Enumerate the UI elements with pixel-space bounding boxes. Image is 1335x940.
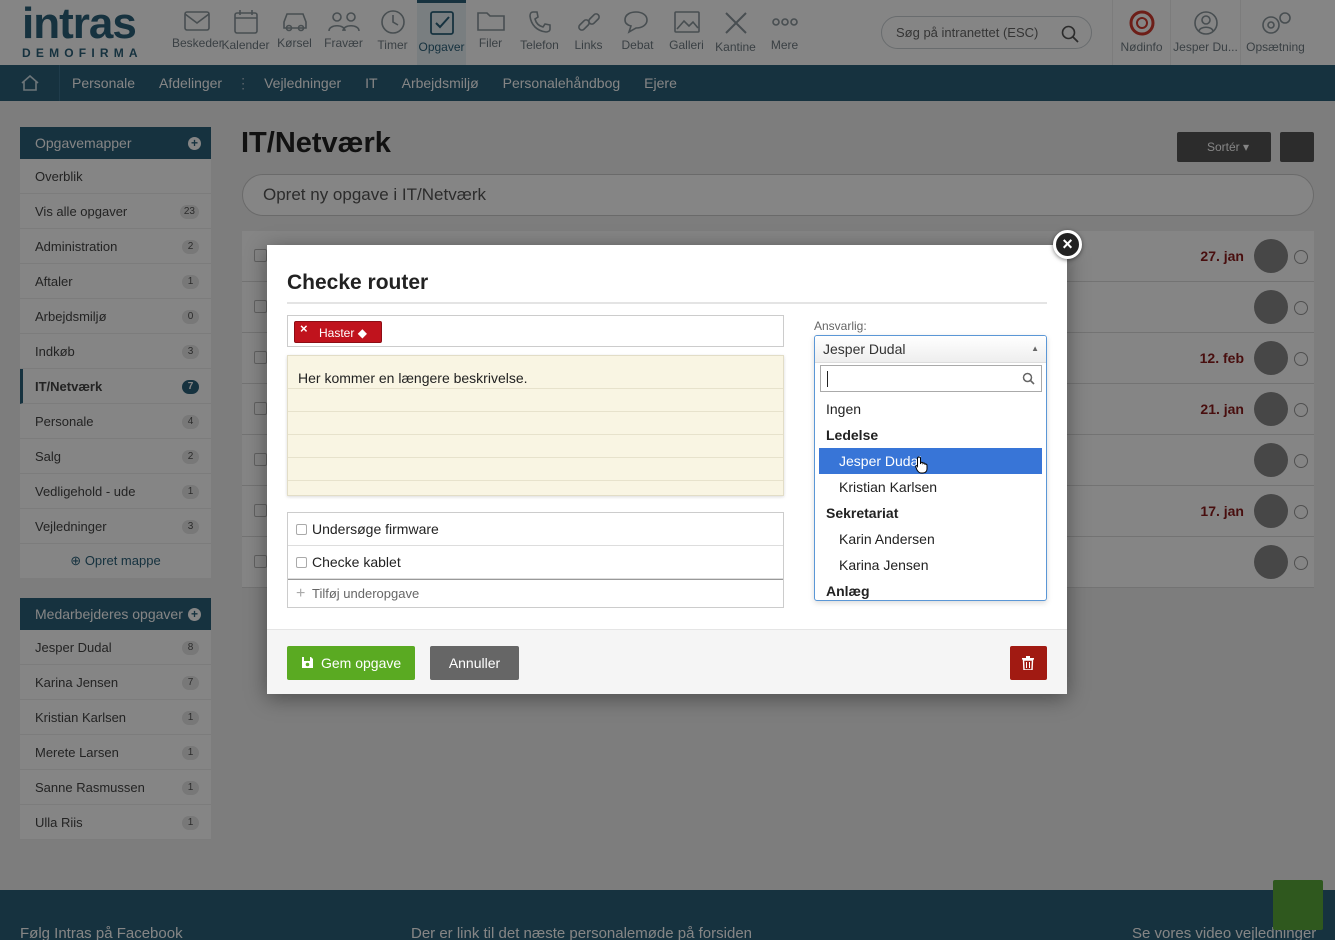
modal-footer: Gem opgave Annuller — [267, 629, 1067, 694]
subtask-item[interactable]: Undersøge firmware — [288, 513, 783, 546]
modal-title[interactable]: Checke router — [287, 271, 428, 295]
subtask-checkbox[interactable] — [296, 557, 307, 568]
select-option[interactable]: Kristian Karlsen — [819, 474, 1042, 500]
select-search-input[interactable] — [820, 365, 1042, 392]
select-current-value[interactable]: Jesper Dudal ▲ — [815, 336, 1046, 363]
add-subtask-button[interactable]: + Tilføj underopgave — [288, 579, 783, 607]
plus-icon: + — [296, 585, 306, 602]
hand-cursor-icon — [915, 456, 928, 474]
trash-icon — [1022, 656, 1034, 670]
select-value: Jesper Dudal — [823, 341, 906, 357]
chevron-up-icon: ▲ — [1031, 344, 1039, 353]
description-field[interactable]: Her kommer en længere beskrivelse. — [287, 355, 784, 496]
remove-tag-icon[interactable]: × — [300, 318, 308, 340]
select-option[interactable]: Karina Jensen — [819, 552, 1042, 578]
save-icon — [302, 657, 313, 668]
divider — [288, 411, 783, 412]
description-text: Her kommer en længere beskrivelse. — [298, 370, 528, 386]
tag-chip[interactable]: × Haster ◆ — [294, 321, 382, 343]
divider — [288, 457, 783, 458]
select-options: Ingen Ledelse Jesper Dudal Kristian Karl… — [819, 396, 1042, 600]
subtask-item[interactable]: Checke kablet — [288, 546, 783, 579]
responsible-label: Ansvarlig: — [814, 319, 867, 333]
delete-button[interactable] — [1010, 646, 1047, 680]
select-option[interactable]: Ingen — [819, 396, 1042, 422]
task-modal: Checke router × Haster ◆ Her kommer en l… — [267, 245, 1067, 694]
add-subtask-label: Tilføj underopgave — [312, 586, 420, 601]
subtask-list: Undersøge firmware Checke kablet + Tilføj… — [287, 512, 784, 608]
select-group-label: Anlæg — [826, 583, 870, 599]
divider — [288, 388, 783, 389]
cancel-button[interactable]: Annuller — [430, 646, 519, 680]
responsible-select[interactable]: Jesper Dudal ▲ Ingen Ledelse Jesper Duda… — [814, 335, 1047, 601]
tag-icon: ◆ — [357, 326, 367, 340]
select-option-selected[interactable]: Jesper Dudal — [819, 448, 1042, 474]
subtask-label: Checke kablet — [312, 554, 401, 570]
select-option[interactable]: Karin Andersen — [819, 526, 1042, 552]
save-label: Gem opgave — [321, 655, 402, 671]
subtask-checkbox[interactable] — [296, 524, 307, 535]
divider — [287, 302, 1047, 304]
text-caret — [827, 371, 828, 387]
select-group-label: Ledelse — [826, 427, 879, 443]
divider — [288, 434, 783, 435]
close-modal-button[interactable]: × — [1053, 230, 1082, 259]
subtask-label: Undersøge firmware — [312, 521, 439, 537]
tag-label: Haster — [319, 326, 355, 340]
tag-input[interactable]: × Haster ◆ — [287, 315, 784, 347]
search-icon — [1022, 372, 1035, 385]
save-button[interactable]: Gem opgave — [287, 646, 415, 680]
select-group-label: Sekretariat — [826, 505, 899, 521]
divider — [288, 480, 783, 481]
